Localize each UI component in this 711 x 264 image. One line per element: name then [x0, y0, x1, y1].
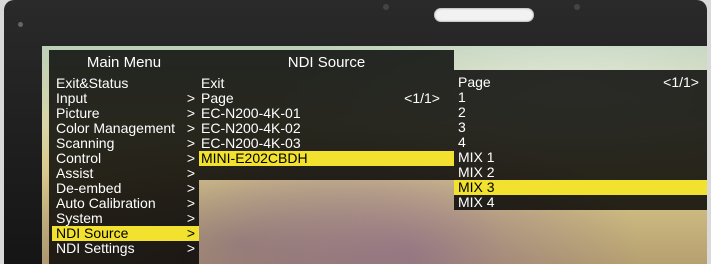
main-menu-item-assist[interactable]: Assist > [56, 166, 199, 181]
main-menu-item-picture[interactable]: Picture > [56, 106, 199, 121]
ndi-source-item-exit[interactable]: Exit [201, 76, 454, 91]
menu-item-label: Page [458, 74, 491, 90]
ndi-source-panel: NDI Source Exit Page <1/1> EC-N200-4K-01… [199, 50, 454, 180]
menu-item-label: NDI Settings [56, 240, 135, 256]
menu-item-label: 4 [458, 134, 466, 150]
sub-menu-item-1[interactable]: 1 [458, 90, 707, 105]
chevron-right-icon: > [186, 240, 195, 256]
ndi-source-item-ec-n200-4k-01[interactable]: EC-N200-4K-01 [201, 106, 454, 121]
menu-item-label: Picture [56, 105, 100, 121]
ndi-source-item-ec-n200-4k-03[interactable]: EC-N200-4K-03 [201, 136, 454, 151]
bezel-notch [383, 4, 389, 10]
sub-menu-item-mix-4[interactable]: MIX 4 [458, 195, 707, 210]
main-menu-item-scanning[interactable]: Scanning > [56, 136, 199, 151]
sub-menu-item-4[interactable]: 4 [458, 135, 707, 150]
chevron-right-icon: > [186, 150, 195, 166]
main-menu-item-system[interactable]: System > [56, 211, 199, 226]
menu-item-label: EC-N200-4K-01 [201, 105, 301, 121]
main-menu-panel: Main Menu Exit&Status Input > Picture > … [49, 50, 199, 264]
sub-menu-item-mix-3[interactable]: MIX 3 [454, 180, 707, 195]
ndi-source-item-ec-n200-4k-02[interactable]: EC-N200-4K-02 [201, 121, 454, 136]
sub-menu-item-3[interactable]: 3 [458, 120, 707, 135]
menu-item-label: Color Management [56, 120, 176, 136]
menu-item-label: Assist [56, 165, 94, 181]
menu-item-label: Exit&Status [56, 75, 129, 91]
menu-item-label: MIX 2 [458, 164, 495, 180]
chevron-right-icon: > [186, 120, 195, 136]
chevron-right-icon: > [186, 180, 195, 196]
page-indicator: <1/1> [663, 74, 699, 90]
monitor-screen: Main Menu Exit&Status Input > Picture > … [42, 46, 707, 264]
main-menu-item-auto-calibration[interactable]: Auto Calibration > [56, 196, 199, 211]
bezel-notch [574, 4, 580, 10]
sub-menu-item-2[interactable]: 2 [458, 105, 707, 120]
chevron-right-icon: > [186, 225, 195, 241]
sub-menu-item-mix-1[interactable]: MIX 1 [458, 150, 707, 165]
menu-item-label: MIX 4 [458, 194, 495, 210]
chevron-right-icon: > [186, 135, 195, 151]
menu-item-label: Auto Calibration [56, 195, 156, 211]
menu-item-label: MIX 1 [458, 149, 495, 165]
main-menu-item-color-management[interactable]: Color Management > [56, 121, 199, 136]
main-menu-item-ndi-source[interactable]: NDI Source > [52, 226, 199, 241]
menu-item-label: Exit [201, 75, 225, 91]
sub-menu-item-page[interactable]: Page <1/1> [458, 75, 707, 90]
main-menu-title: Main Menu [86, 54, 162, 71]
main-menu-item-de-embed[interactable]: De-embed > [56, 181, 199, 196]
menu-item-label: NDI Source [56, 225, 129, 241]
sub-menu-item-mix-2[interactable]: MIX 2 [458, 165, 707, 180]
chevron-right-icon: > [186, 195, 195, 211]
ndi-source-item-page[interactable]: Page <1/1> [201, 91, 454, 106]
menu-item-label: EC-N200-4K-02 [201, 120, 301, 136]
power-indicator [18, 22, 23, 27]
menu-item-label: 2 [458, 104, 466, 120]
menu-item-label: System [56, 210, 103, 226]
menu-item-label: Input [56, 90, 88, 106]
menu-item-label: Scanning [56, 135, 115, 151]
main-menu-item-exit-status[interactable]: Exit&Status [56, 76, 199, 91]
sub-menu-panel: Page <1/1> 1 2 3 4 MIX 1 MIX 2 MIX 3 MIX… [454, 70, 707, 210]
menu-item-label: 1 [458, 89, 466, 105]
ndi-source-item-mini-e202cbdh[interactable]: MINI-E202CBDH [199, 151, 454, 166]
chevron-right-icon: > [186, 90, 195, 106]
menu-item-label: De-embed [56, 180, 122, 196]
chevron-right-icon: > [186, 210, 195, 226]
menu-item-label: EC-N200-4K-03 [201, 135, 301, 151]
page-indicator: <1/1> [404, 90, 440, 106]
main-menu-item-input[interactable]: Input > [56, 91, 199, 106]
top-slot [434, 8, 534, 22]
main-menu-item-control[interactable]: Control > [56, 151, 199, 166]
menu-item-label: Page [201, 90, 234, 106]
chevron-right-icon: > [186, 165, 195, 181]
ndi-source-title: NDI Source [287, 54, 366, 71]
menu-item-label: MINI-E202CBDH [201, 150, 308, 166]
main-menu-item-ndi-settings[interactable]: NDI Settings > [56, 241, 199, 256]
menu-item-label: MIX 3 [458, 179, 495, 195]
chevron-right-icon: > [186, 105, 195, 121]
menu-item-label: 3 [458, 119, 466, 135]
menu-item-label: Control [56, 150, 102, 166]
